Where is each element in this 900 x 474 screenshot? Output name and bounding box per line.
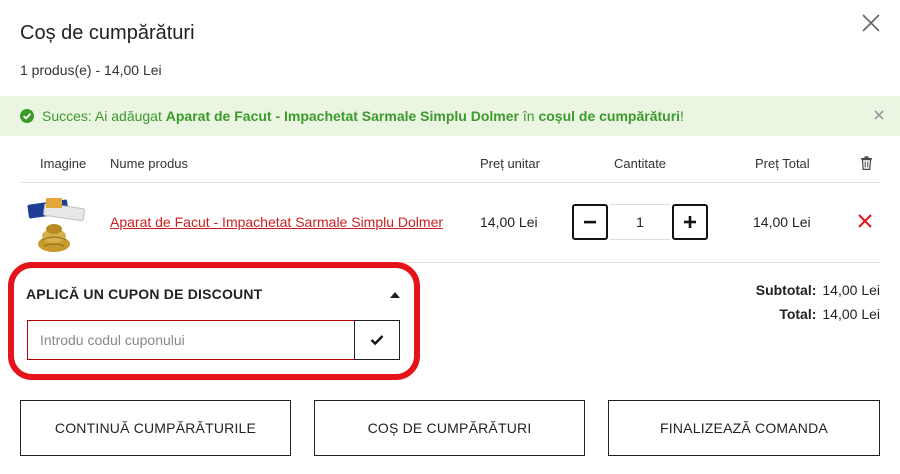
total-value: 14,00 Lei (822, 306, 880, 322)
alert-product-link[interactable]: Aparat de Facut - Impachetat Sarmale Sim… (166, 108, 519, 124)
header-total-price: Preț Total (755, 156, 810, 171)
header-image: Imagine (40, 156, 87, 171)
alert-prefix: Succes: Ai adăugat (42, 108, 166, 124)
subtotal-value: 14,00 Lei (822, 282, 880, 298)
alert-suffix: ! (680, 108, 684, 124)
checkout-button[interactable]: FINALIZEAZĂ COMANDA (608, 400, 880, 456)
coupon-input[interactable] (27, 320, 355, 360)
cart-summary: 1 produs(e) - 14,00 Lei (20, 62, 162, 78)
success-alert: Succes: Ai adăugat Aparat de Facut - Imp… (0, 96, 900, 136)
quantity-stepper: 1 (572, 204, 708, 240)
trash-icon (861, 156, 872, 170)
alert-close-icon[interactable] (872, 108, 886, 122)
close-icon[interactable] (860, 12, 882, 34)
cart-actions: CONTINUĂ CUMPĂRĂTURILE COȘ DE CUMPĂRĂTUR… (20, 400, 880, 456)
table-row: Aparat de Facut - Impachetat Sarmale Sim… (20, 186, 880, 262)
alert-cart-link[interactable]: coșul de cumpărături (538, 108, 680, 124)
divider (20, 182, 880, 183)
cart-title: Coș de cumpărături (20, 22, 195, 44)
header-quantity: Cantitate (614, 156, 667, 171)
increase-quantity-button[interactable] (672, 204, 708, 240)
cart-totals: Subtotal: 14,00 Lei Total: 14,00 Lei (756, 278, 880, 326)
product-thumbnail[interactable] (24, 194, 86, 256)
subtotal-label: Subtotal: (755, 282, 817, 298)
decrease-quantity-button[interactable] (572, 204, 608, 240)
continue-shopping-button[interactable]: CONTINUĂ CUMPĂRĂTURILE (20, 400, 291, 456)
remove-icon[interactable] (856, 212, 874, 230)
check-circle-icon (20, 109, 34, 123)
header-unit-price: Preț unitar (480, 156, 540, 171)
table-header: Imagine Nume produs Preț unitar Cantitat… (20, 156, 880, 182)
minus-icon (584, 220, 596, 224)
unit-price: 14,00 Lei (480, 214, 538, 230)
total-price: 14,00 Lei (753, 214, 811, 230)
view-cart-button[interactable]: COȘ DE CUMPĂRĂTURI (314, 400, 585, 456)
apply-coupon-button[interactable] (354, 320, 400, 360)
checkmark-icon (370, 335, 384, 346)
plus-icon (684, 216, 696, 228)
product-name-link[interactable]: Aparat de Facut - Impachetat Sarmale Sim… (110, 214, 443, 230)
coupon-title[interactable]: APLICĂ UN CUPON DE DISCOUNT (26, 286, 262, 302)
alert-middle: în (518, 108, 539, 124)
caret-up-icon[interactable] (390, 292, 400, 298)
total-label: Total: (779, 306, 817, 322)
header-name: Nume produs (110, 156, 189, 171)
quantity-input[interactable]: 1 (610, 204, 670, 240)
